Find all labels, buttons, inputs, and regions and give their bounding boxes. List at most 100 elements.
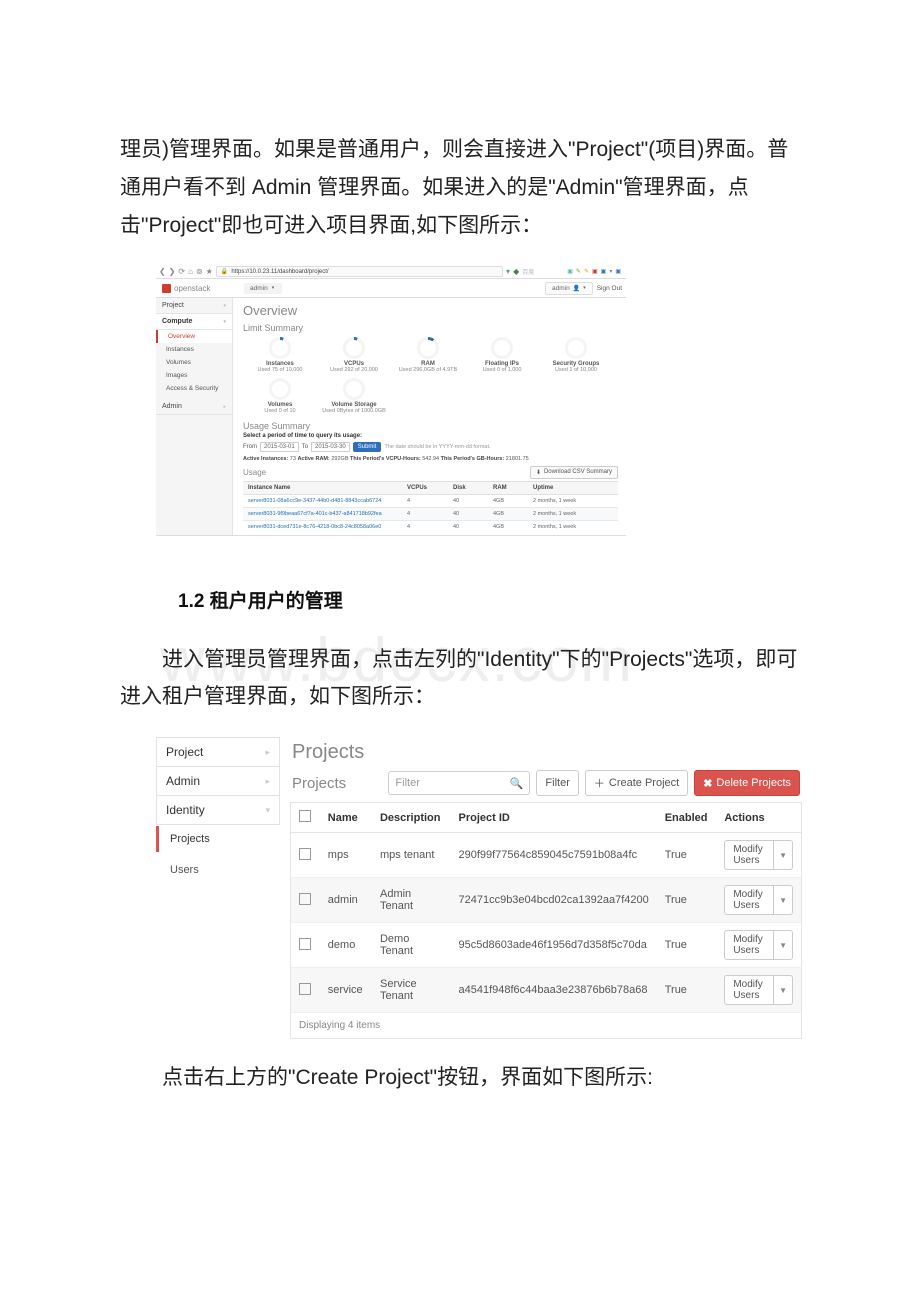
date-hint: The date should be in YYYY-mm-dd format. bbox=[384, 444, 490, 450]
submit-button[interactable]: Submit bbox=[353, 442, 382, 452]
checkbox-all[interactable] bbox=[299, 810, 311, 822]
row-checkbox[interactable] bbox=[299, 848, 311, 860]
dropdown-caret-icon[interactable]: ▼ bbox=[774, 840, 793, 870]
table-row: server8031-08a6cc9e-3437-44b0-d481-8843c… bbox=[243, 494, 618, 507]
panel-title: Projects bbox=[292, 775, 346, 792]
delete-projects-button[interactable]: ✖Delete Projects bbox=[694, 770, 800, 796]
sidebar-item-volumes[interactable]: Volumes bbox=[156, 356, 232, 369]
row-checkbox[interactable] bbox=[299, 893, 311, 905]
limit-gauge: Floating IPsUsed 0 of 1,000 bbox=[465, 337, 539, 374]
dropdown-caret-icon[interactable]: ▼ bbox=[774, 930, 793, 960]
cell-enabled: True bbox=[657, 968, 717, 1013]
table-row: demoDemo Tenant95c5d8603ade46f1956d7d358… bbox=[291, 923, 802, 968]
cell-desc: Admin Tenant bbox=[372, 878, 451, 923]
nav-reload-icon[interactable]: ⟳ bbox=[178, 267, 185, 276]
search-engine-icon[interactable]: ◆ bbox=[513, 267, 519, 276]
instance-link[interactable]: server8031-dced731e-8c76-4218-0bc8-24c80… bbox=[243, 520, 402, 533]
gauge-icon bbox=[343, 337, 365, 359]
from-date-input[interactable]: 2015-03-01 bbox=[260, 442, 299, 452]
openstack-logo[interactable]: openstack bbox=[156, 284, 238, 293]
browser-right-icons[interactable]: ▣✎✎▣▣▾▣ bbox=[566, 268, 623, 275]
plus-icon: ＋ bbox=[594, 775, 605, 791]
nav-star-icon[interactable]: ★ bbox=[206, 267, 213, 276]
row-actions[interactable]: Modify Users▼ bbox=[724, 885, 793, 915]
row-checkbox[interactable] bbox=[299, 938, 311, 950]
dropdown-caret-icon[interactable]: ▼ bbox=[774, 975, 793, 1005]
col-disk: Disk bbox=[448, 481, 488, 494]
modify-users-button[interactable]: Modify Users bbox=[724, 930, 774, 960]
table-row: serviceService Tenanta4541f948f6c44baa3e… bbox=[291, 968, 802, 1013]
col-vcpus: VCPUs bbox=[402, 481, 448, 494]
sidebar-sec-compute[interactable]: Compute▾ bbox=[156, 314, 232, 330]
sidebar-sec-admin[interactable]: Admin▸ bbox=[156, 399, 232, 415]
limit-gauge: VCPUsUsed 292 of 20,000 bbox=[317, 337, 391, 374]
row-actions[interactable]: Modify Users▼ bbox=[724, 930, 793, 960]
modify-users-button[interactable]: Modify Users bbox=[724, 840, 774, 870]
cell-enabled: True bbox=[657, 833, 717, 878]
table-row: server8031-9f9beaa67cf7a-401c-b437-a8417… bbox=[243, 507, 618, 520]
cell-desc: mps tenant bbox=[372, 833, 451, 878]
nav-fwd-icon[interactable]: ❯ bbox=[169, 267, 176, 276]
limit-summary-heading: Limit Summary bbox=[243, 323, 618, 333]
sidebar-item-overview[interactable]: Overview bbox=[156, 330, 232, 343]
sidebar: Project▸ Admin▸ Identity▾ Projects Users bbox=[156, 737, 280, 1039]
limit-sub: Used 75 of 10,000 bbox=[258, 367, 303, 374]
nav-menu-icon[interactable]: ⊚ bbox=[196, 267, 203, 276]
table-row: mpsmps tenant290f99f77564c859045c7591b08… bbox=[291, 833, 802, 878]
dropdown-caret-icon[interactable]: ▼ bbox=[774, 885, 793, 915]
sidebar-sec-identity[interactable]: Identity▾ bbox=[156, 795, 280, 825]
projects-table: Name Description Project ID Enabled Acti… bbox=[290, 802, 802, 1039]
cell-pid: 72471cc9b3e04bcd02ca1392aa7f4200 bbox=[450, 878, 656, 923]
sidebar-item-users[interactable]: Users bbox=[156, 857, 280, 883]
create-project-button[interactable]: ＋Create Project bbox=[585, 770, 688, 796]
table-row: adminAdmin Tenant72471cc9b3e04bcd02ca139… bbox=[291, 878, 802, 923]
table-row: server8031-dced731e-8c76-4218-0bc8-24c80… bbox=[243, 520, 618, 533]
modify-users-button[interactable]: Modify Users bbox=[724, 885, 774, 915]
cell-name: service bbox=[320, 968, 372, 1013]
cell-name: mps bbox=[320, 833, 372, 878]
filter-button[interactable]: Filter bbox=[536, 770, 578, 796]
summary-line: Active Instances: 73 Active RAM: 292GB T… bbox=[243, 456, 618, 462]
paragraph-2: 进入管理员管理界面，点击左列的"Identity"下的"Projects"选项，… bbox=[120, 641, 800, 717]
sidebar-sec-project[interactable]: Project▸ bbox=[156, 737, 280, 766]
limit-gauge: Security GroupsUsed 1 of 10,000 bbox=[539, 337, 613, 374]
paragraph-1: 理员)管理界面。如果是普通用户，则会直接进入"Project"(项目)界面。普通… bbox=[120, 131, 800, 244]
sidebar-item-images[interactable]: Images bbox=[156, 369, 232, 382]
instance-link[interactable]: server8031-08a6cc9e-3437-44b0-d481-8843c… bbox=[243, 494, 402, 507]
gauge-icon bbox=[269, 337, 291, 359]
sign-out-link[interactable]: Sign Out bbox=[597, 285, 622, 292]
nav-back-icon[interactable]: ❮ bbox=[159, 267, 166, 276]
cell-enabled: True bbox=[657, 878, 717, 923]
sidebar-item-projects[interactable]: Projects bbox=[156, 826, 280, 852]
limit-sub: Used 0 of 1,000 bbox=[483, 367, 522, 374]
table-footer: Displaying 4 items bbox=[291, 1013, 802, 1039]
search-icon[interactable]: 🔍 bbox=[510, 777, 524, 790]
sidebar-item-instances[interactable]: Instances bbox=[156, 343, 232, 356]
user-menu[interactable]: admin👤▾ bbox=[545, 282, 593, 295]
gauge-icon bbox=[565, 337, 587, 359]
download-csv-button[interactable]: ⬇Download CSV Summary bbox=[530, 466, 618, 479]
tenant-dropdown[interactable]: admin▾ bbox=[244, 283, 282, 294]
limit-gauges: InstancesUsed 75 of 10,000VCPUsUsed 292 … bbox=[243, 337, 618, 414]
download-icon: ⬇ bbox=[536, 469, 541, 476]
usage-table-heading: Usage bbox=[243, 468, 266, 477]
filter-input[interactable]: Filter 🔍 bbox=[388, 771, 530, 795]
nav-home-icon[interactable]: ⌂ bbox=[188, 267, 193, 276]
usage-table: Instance Name VCPUs Disk RAM Uptime serv… bbox=[243, 481, 618, 533]
instance-link[interactable]: server8031-9f9beaa67cf7a-401c-b437-a8417… bbox=[243, 507, 402, 520]
cell-pid: a4541f948f6c44baa3e23876b6b78a68 bbox=[450, 968, 656, 1013]
limit-gauge: VolumesUsed 0 of 10 bbox=[243, 378, 317, 415]
row-checkbox[interactable] bbox=[299, 983, 311, 995]
sidebar-sec-project[interactable]: Project▾ bbox=[156, 298, 232, 314]
row-actions[interactable]: Modify Users▼ bbox=[724, 975, 793, 1005]
logo-mark-icon bbox=[162, 284, 171, 293]
sidebar-sec-admin[interactable]: Admin▸ bbox=[156, 766, 280, 795]
screenshot-projects: Project▸ Admin▸ Identity▾ Projects Users… bbox=[156, 737, 802, 1039]
sidebar-item-access[interactable]: Access & Security bbox=[156, 382, 232, 395]
cell-enabled: True bbox=[657, 923, 717, 968]
url-bar[interactable]: 🔒https://10.0.23.11/dashboard/project/ bbox=[216, 266, 503, 277]
to-date-input[interactable]: 2015-03-30 bbox=[311, 442, 350, 452]
modify-users-button[interactable]: Modify Users bbox=[724, 975, 774, 1005]
row-actions[interactable]: Modify Users▼ bbox=[724, 840, 793, 870]
section-heading-1-2: 1.2 租户用户的管理 bbox=[178, 586, 800, 613]
